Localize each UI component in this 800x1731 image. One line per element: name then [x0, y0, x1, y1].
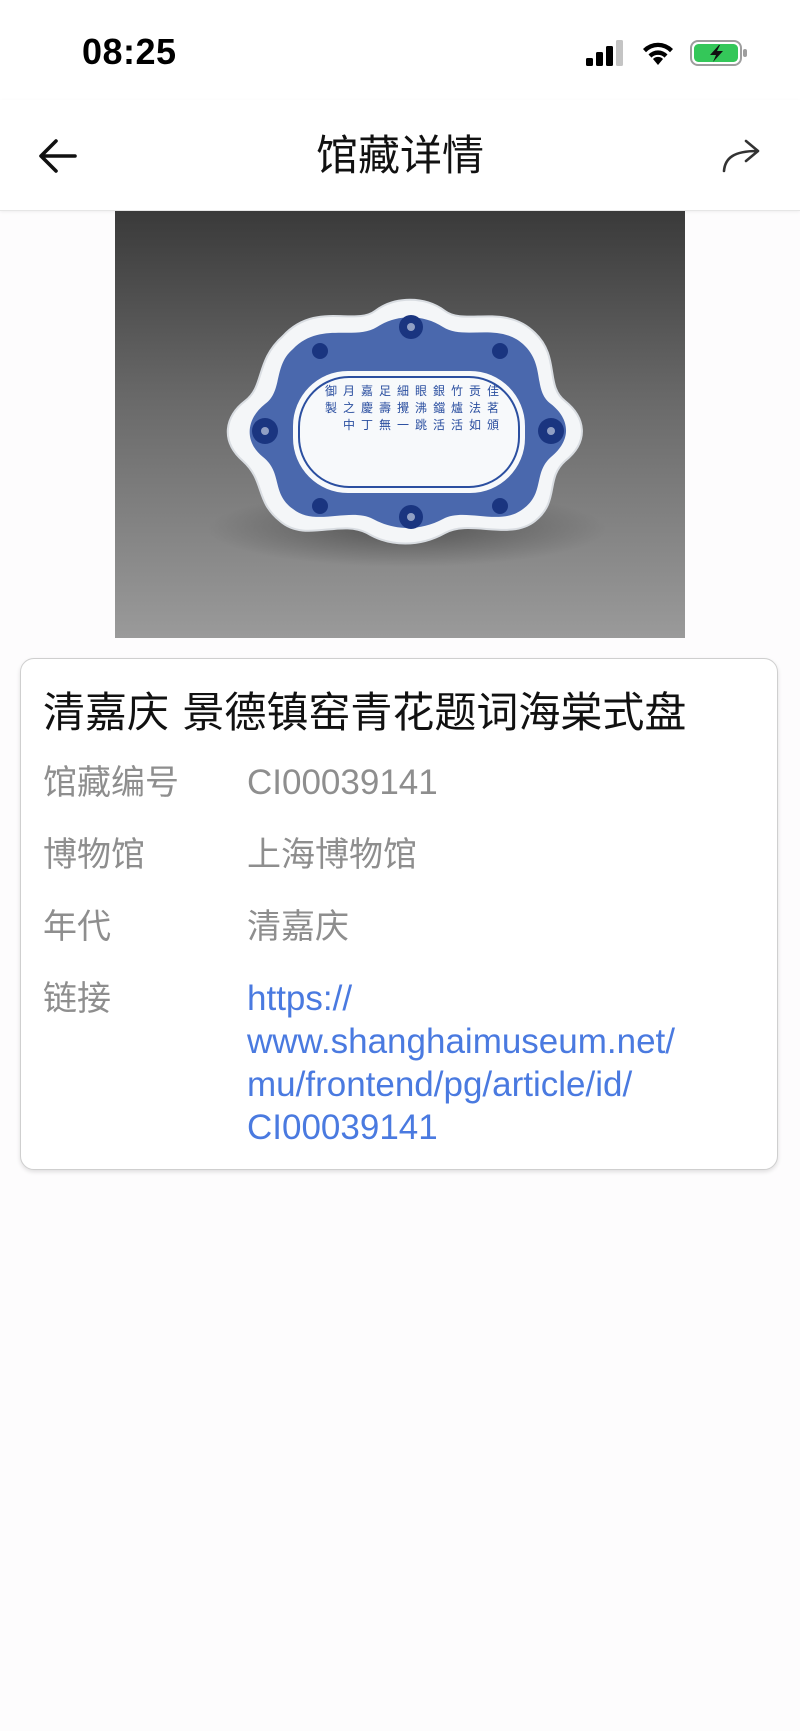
inscription-char: 御 — [325, 383, 337, 398]
inscription-char: 壽 — [379, 400, 391, 415]
artwork-title: 清嘉庆 景德镇窑青花题词海棠式盘 — [43, 688, 687, 737]
wifi-icon — [643, 42, 673, 65]
inscription-char: 無 — [379, 417, 391, 432]
status-time: 08:25 — [82, 31, 177, 72]
detail-card: 清嘉庆 景德镇窑青花题词海棠式盘 馆藏编号 CI00039141 博物馆 上海博… — [20, 658, 778, 1170]
period-value: 清嘉庆 — [247, 907, 349, 947]
inscription-char: 月 — [343, 384, 355, 398]
inscription-char: 鐺 — [433, 400, 445, 415]
status-bar: 08:25 — [0, 0, 800, 100]
share-icon — [722, 139, 760, 173]
page-title: 馆藏详情 — [315, 131, 484, 180]
artwork-image[interactable]: 佳茗頒 贡法如 竹爐活 銀鐺活 眼沸跳 細攪一 足壽無 嘉慶丁 月之中 御製 — [115, 211, 685, 638]
accession-number-label: 馆藏编号 — [43, 763, 179, 803]
inscription-char: 足 — [379, 384, 391, 398]
nav-bar: 馆藏详情 — [0, 100, 800, 211]
inscription-char: 嘉 — [361, 384, 373, 398]
inscription-char: 丁 — [361, 418, 373, 432]
inscription-char: 頒 — [487, 418, 499, 432]
inscription-char: 沸 — [415, 401, 427, 415]
inscription-char: 活 — [433, 418, 445, 432]
inscription-char: 眼 — [415, 384, 427, 398]
inscription-char: 贡 — [469, 384, 481, 398]
inscription-char: 法 — [469, 401, 481, 415]
inscription-char: 爐 — [451, 400, 463, 415]
inscription-char: 跳 — [415, 418, 427, 432]
inscription-char: 活 — [451, 418, 463, 432]
museum-link[interactable]: https:// www.shanghaimuseum.net/ mu/fron… — [247, 977, 767, 1149]
accession-number-value: CI00039141 — [247, 763, 438, 802]
inscription-char: 攪 — [397, 401, 409, 415]
inscription-char: 茗 — [487, 401, 499, 415]
status-icons — [586, 38, 748, 68]
inscription-char: 一 — [397, 418, 409, 432]
museum-label: 博物馆 — [43, 835, 145, 875]
link-line: https:// — [247, 979, 353, 1018]
battery-charging-icon — [690, 40, 747, 66]
link-line: www.shanghaimuseum.net/ — [247, 1022, 675, 1061]
period-label: 年代 — [43, 907, 111, 947]
inscription-char: 竹 — [451, 384, 463, 398]
link-line: mu/frontend/pg/article/id/ — [247, 1065, 633, 1104]
inscription-char: 之 — [343, 401, 355, 415]
inscription-char: 細 — [397, 384, 409, 398]
museum-value: 上海博物馆 — [247, 835, 417, 875]
inscription-char: 製 — [325, 401, 337, 415]
inscription-char: 銀 — [433, 384, 445, 398]
share-button[interactable] — [714, 128, 770, 184]
porcelain-dish-image: 佳茗頒 贡法如 竹爐活 銀鐺活 眼沸跳 細攪一 足壽無 嘉慶丁 月之中 御製 — [207, 298, 607, 567]
link-label: 链接 — [43, 979, 111, 1019]
signal-icon — [586, 40, 623, 66]
link-line: CI00039141 — [247, 1108, 438, 1147]
inscription-char: 慶 — [361, 401, 373, 415]
inscription-char: 中 — [343, 417, 355, 432]
inscription-char: 如 — [469, 417, 481, 432]
inscription-char: 佳 — [487, 384, 499, 398]
